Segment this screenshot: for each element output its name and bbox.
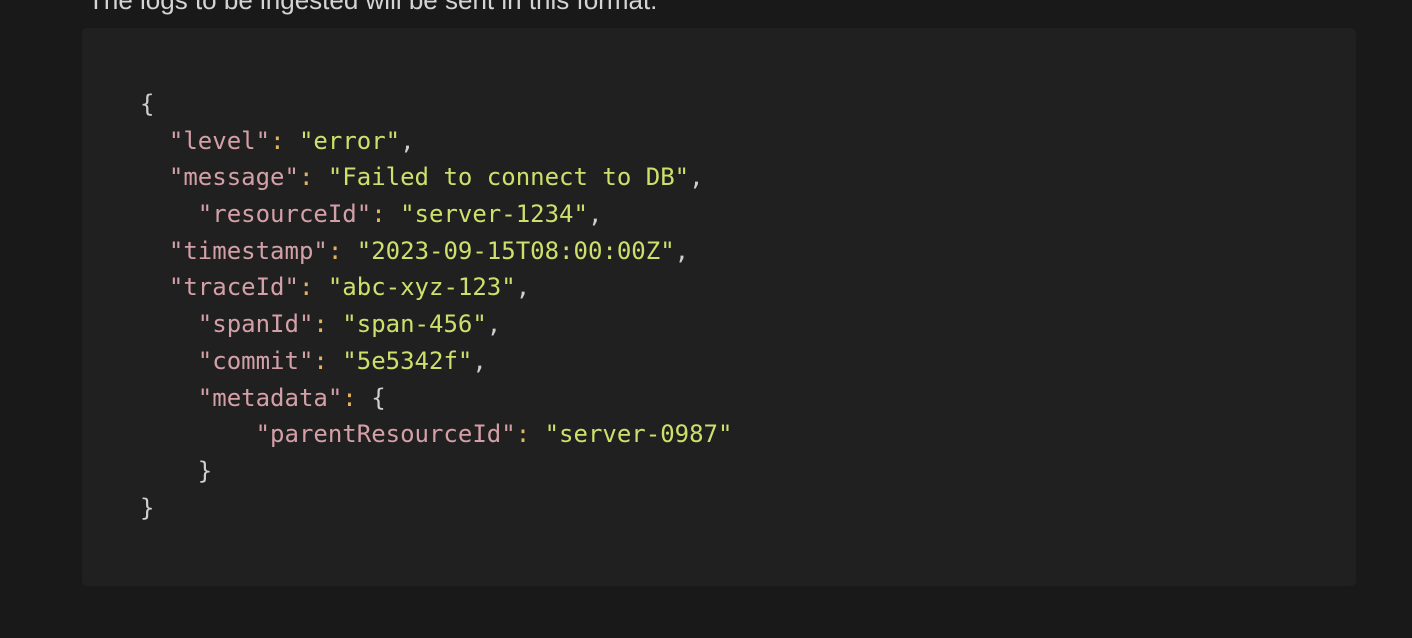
parentresourceid-value: "server-0987" <box>544 420 733 449</box>
message-value: "Failed to connect to DB" <box>327 163 690 192</box>
intro-text: The logs to be ingested will be sent in … <box>88 0 658 15</box>
code-line-spanid: "spanId": "span-456", <box>197 310 502 339</box>
code-block[interactable]: { "level": "error", "message": "Failed t… <box>82 28 1356 586</box>
code-line-resourceid: "resourceId": "server-1234", <box>197 200 603 229</box>
close-brace: } <box>140 493 155 522</box>
metadata-open-brace: { <box>371 383 386 412</box>
page: The logs to be ingested will be sent in … <box>0 0 1412 638</box>
commit-value: "5e5342f" <box>342 346 473 375</box>
parentresourceid-key: "parentResourceId" <box>255 420 516 449</box>
code-line-metadata-close: } <box>140 453 732 490</box>
resourceid-key: "resourceId" <box>197 200 372 229</box>
code-line-timestamp: "timestamp": "2023-09-15T08:00:00Z", <box>168 236 690 265</box>
spanid-key: "spanId" <box>197 310 314 339</box>
open-brace: { <box>140 90 155 118</box>
resourceid-value: "server-1234" <box>400 200 588 229</box>
code-line-close: } <box>140 490 732 527</box>
metadata-close-brace: } <box>197 456 213 485</box>
traceid-key: "traceId" <box>168 273 299 302</box>
traceid-value: "abc-xyz-123" <box>327 273 516 302</box>
metadata-key: "metadata" <box>197 383 343 412</box>
timestamp-value: "2023-09-15T08:00:00Z" <box>356 236 675 265</box>
code-line-message: "message": "Failed to connect to DB", <box>168 163 704 192</box>
code-line-parentresourceid: "parentResourceId": "server-0987" <box>255 420 733 449</box>
spanid-value: "span-456" <box>342 310 487 339</box>
code-line-traceid: "traceId": "abc-xyz-123", <box>168 273 531 302</box>
code-line-metadata: "metadata": { <box>197 383 386 412</box>
code-line-level: "level": "error", <box>168 126 415 155</box>
code-line-open: { <box>140 86 732 123</box>
json-code[interactable]: { "level": "error", "message": "Failed t… <box>140 86 732 526</box>
timestamp-key: "timestamp" <box>168 236 328 265</box>
code-line-commit: "commit": "5e5342f", <box>197 346 487 375</box>
message-key: "message" <box>168 163 299 192</box>
level-value: "error" <box>298 126 401 155</box>
level-key: "level" <box>168 126 271 155</box>
commit-key: "commit" <box>197 346 314 375</box>
